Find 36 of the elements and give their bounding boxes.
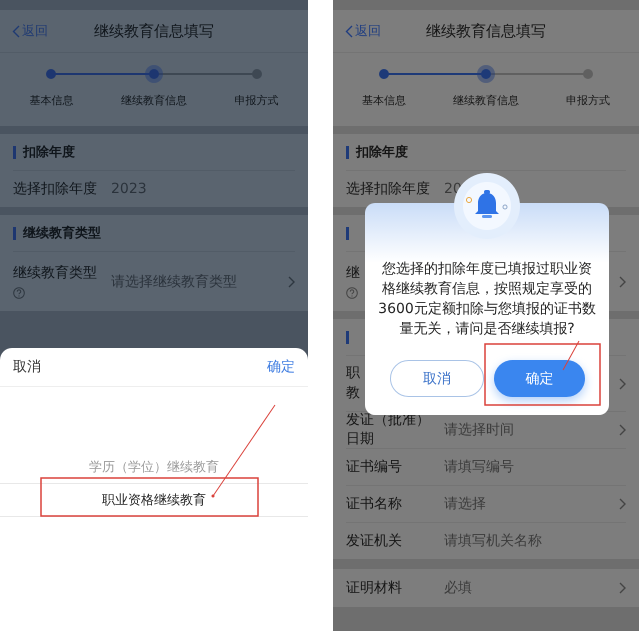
row-label: 继续教育类型 [13, 264, 97, 283]
page-title: 继续教育信息填写 [426, 22, 546, 40]
row-label: 证书编号 [346, 458, 402, 476]
cancel-button[interactable]: 取消 [13, 358, 41, 376]
row-label: 证书名称 [346, 494, 402, 514]
input-field[interactable]: 请选择时间 [444, 421, 514, 439]
row-label: 职 [346, 364, 360, 383]
back-button[interactable]: 返回 [345, 22, 381, 40]
section-title: 扣除年度 [356, 144, 408, 161]
row-label: 证明材料 [346, 578, 402, 598]
confirm-button[interactable]: 确定 [494, 360, 585, 397]
step-label: 申报方式 [234, 93, 279, 108]
row-label: 选择扣除年度 [13, 180, 97, 198]
step-label: 继续教育信息 [121, 93, 187, 108]
back-button[interactable]: 返回 [12, 22, 48, 40]
confirm-button[interactable]: 确定 [267, 358, 295, 376]
row-label: 选择扣除年度 [346, 180, 430, 198]
row-label: 发证机关 [346, 532, 402, 550]
section-title: 继续教育类型 [23, 224, 101, 242]
page-title: 继续教育信息填写 [94, 22, 214, 40]
input-field[interactable]: 请填写机关名称 [444, 532, 542, 550]
input-field[interactable]: 必填 [444, 579, 472, 597]
picker-option[interactable]: 学历（学位）继续教育 [0, 451, 308, 483]
step-label: 申报方式 [566, 93, 610, 108]
picker-option[interactable]: 职业资格继续教育 [0, 483, 308, 517]
row-label: 继 [346, 264, 360, 283]
input-field[interactable]: 请选择 [444, 495, 486, 513]
step-label: 基本信息 [362, 93, 406, 108]
input-field[interactable]: 请填写编号 [444, 458, 514, 476]
step-label: 继续教育信息 [453, 93, 519, 108]
row-label: 教 [346, 384, 360, 403]
section-title: 扣除年度 [23, 144, 75, 161]
cancel-button[interactable]: 取消 [390, 360, 484, 397]
dialog-message: 您选择的扣除年度已填报过职业资格继续教育信息，按照规定享受的3600元定额扣除与您填报的证书数量无关，请问是否继续填报? [377, 260, 597, 339]
leader-line [562, 340, 580, 370]
step-label: 基本信息 [29, 93, 74, 108]
